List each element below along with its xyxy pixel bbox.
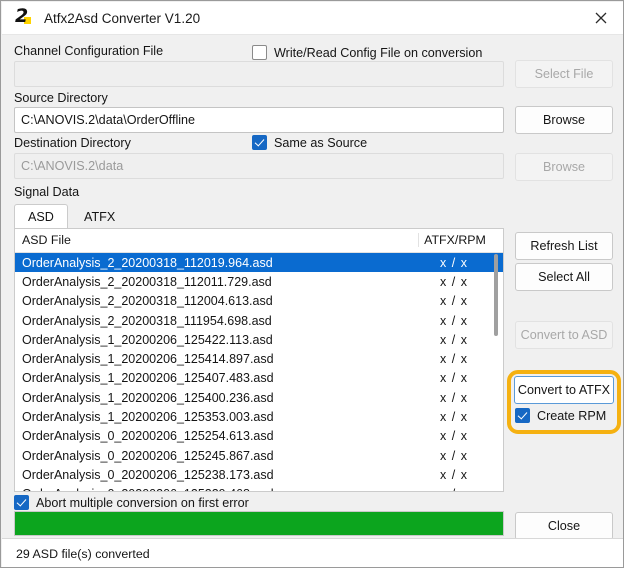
table-row[interactable]: OrderAnalysis_1_20200206_125400.236.asd x… (15, 388, 503, 407)
atfx-rpm-flag: x / x (440, 255, 468, 270)
convert-to-atfx-button[interactable]: Convert to ATFX (514, 376, 614, 404)
table-row[interactable]: OrderAnalysis_2_20200318_112019.964.asd x… (15, 253, 503, 273)
atfx-rpm-flag: x / x (440, 390, 468, 405)
asd-file-name: OrderAnalysis_2_20200318_112011.729.asd (22, 274, 272, 289)
asd-file-name: OrderAnalysis_0_20200206_125229.468.asd (22, 487, 274, 491)
atfx-rpm-flag: x / x (440, 274, 468, 289)
refresh-list-button[interactable]: Refresh List (515, 232, 613, 260)
atfx-rpm-flag: x / x (440, 467, 468, 482)
atfx-rpm-flag: x / x (440, 352, 468, 367)
list-header: ASD File ATFX/RPM (15, 229, 503, 253)
asd-file-name: OrderAnalysis_1_20200206_125400.236.asd (22, 390, 274, 405)
table-row[interactable]: OrderAnalysis_1_20200206_125353.003.asd x… (15, 407, 503, 426)
signal-data-tabs: ASD ATFX (14, 204, 504, 229)
atfx-rpm-flag: x / x (440, 294, 468, 309)
status-bar: 29 ASD file(s) converted (2, 538, 623, 567)
asd-file-name: OrderAnalysis_0_20200206_125245.867.asd (22, 448, 274, 463)
close-button[interactable]: Close (515, 512, 613, 540)
column-header-atfx-rpm: ATFX/RPM (418, 233, 491, 247)
table-row[interactable]: OrderAnalysis_1_20200206_125407.483.asd x… (15, 369, 503, 388)
select-file-button[interactable]: Select File (515, 60, 613, 88)
abort-on-first-error-checkbox[interactable]: Abort multiple conversion on first error (14, 495, 249, 510)
create-rpm-checkbox[interactable]: Create RPM (515, 408, 606, 423)
select-all-button[interactable]: Select All (515, 263, 613, 291)
source-directory-input[interactable]: C:\ANOVIS.2\data\OrderOffline (14, 107, 504, 133)
source-browse-button[interactable]: Browse (515, 106, 613, 134)
write-read-config-checkbox[interactable]: Write/Read Config File on conversion (252, 45, 482, 60)
source-directory-label: Source Directory (14, 91, 108, 105)
table-row[interactable]: OrderAnalysis_1_20200206_125422.113.asd x… (15, 330, 503, 349)
atfx-rpm-flag: x / x (440, 332, 468, 347)
destination-browse-button[interactable]: Browse (515, 153, 613, 181)
destination-directory-label: Destination Directory (14, 136, 131, 150)
create-rpm-label: Create RPM (537, 408, 607, 423)
progress-fill (15, 512, 503, 535)
atfx-rpm-flag: x / x (440, 410, 468, 425)
asd-file-name: OrderAnalysis_1_20200206_125407.483.asd (22, 371, 274, 386)
window-title: Atfx2Asd Converter V1.20 (44, 10, 201, 26)
asd-file-list-panel: ASD File ATFX/RPM OrderAnalysis_2_202003… (14, 228, 504, 492)
atfx-rpm-flag: x / x (418, 487, 490, 491)
conversion-progress-bar (14, 511, 504, 536)
title-bar: 2 Atfx2Asd Converter V1.20 (2, 2, 623, 35)
write-read-config-label: Write/Read Config File on conversion (274, 45, 483, 60)
scrollbar-thumb[interactable] (494, 254, 498, 336)
table-row[interactable]: OrderAnalysis_0_20200206_125245.867.asd x… (15, 446, 503, 465)
same-as-source-label: Same as Source (274, 135, 368, 150)
atfx2asd-converter-window: 2 Atfx2Asd Converter V1.20 Channel Confi… (0, 0, 624, 568)
asd-file-name: OrderAnalysis_2_20200318_111954.698.asd (22, 313, 272, 328)
table-row[interactable]: OrderAnalysis_0_20200206_125238.173.asd x… (15, 465, 503, 484)
channel-configuration-file-label: Channel Configuration File (14, 44, 164, 58)
asd-file-name: OrderAnalysis_0_20200206_125254.613.asd (22, 429, 274, 444)
atfx-rpm-flag: x / x (440, 429, 468, 444)
atfx-rpm-flag: x / x (440, 448, 468, 463)
status-text: 29 ASD file(s) converted (16, 546, 150, 561)
table-row[interactable]: OrderAnalysis_0_20200206_125254.613.asd x… (15, 427, 503, 446)
asd-file-name: OrderAnalysis_1_20200206_125414.897.asd (22, 352, 274, 367)
atfx2asd-logo-icon: 2 (15, 5, 35, 28)
config-file-path-input[interactable] (14, 61, 504, 87)
convert-to-asd-button[interactable]: Convert to ASD (515, 321, 613, 349)
checkbox-box (515, 408, 530, 423)
table-row[interactable]: OrderAnalysis_2_20200318_112004.613.asd x… (15, 292, 503, 311)
asd-file-rows: OrderAnalysis_2_20200318_112019.964.asdx… (15, 253, 503, 491)
tab-asd[interactable]: ASD (14, 204, 68, 229)
checkbox-box (252, 135, 267, 150)
asd-file-name: OrderAnalysis_1_20200206_125353.003.asd (22, 410, 274, 425)
column-header-asd-file: ASD File (22, 233, 71, 247)
table-row[interactable]: OrderAnalysis_2_20200318_112011.729.asd x… (15, 272, 503, 291)
asd-file-name: OrderAnalysis_0_20200206_125238.173.asd (22, 467, 274, 482)
tab-atfx[interactable]: ATFX (70, 204, 129, 229)
destination-directory-input[interactable]: C:\ANOVIS.2\data (14, 153, 504, 179)
same-as-source-checkbox[interactable]: Same as Source (252, 135, 367, 150)
signal-data-label: Signal Data (14, 185, 80, 199)
atfx-rpm-flag: x / x (440, 371, 468, 386)
checkbox-box (252, 45, 267, 60)
abort-on-first-error-label: Abort multiple conversion on first error (36, 495, 249, 510)
atfx-rpm-flag: x / x (440, 313, 468, 328)
asd-file-name: OrderAnalysis_2_20200318_112004.613.asd (22, 294, 273, 309)
asd-file-name: OrderAnalysis_1_20200206_125422.113.asd (22, 332, 273, 347)
table-row[interactable]: OrderAnalysis_2_20200318_111954.698.asd x… (15, 311, 503, 330)
checkbox-box (14, 495, 29, 510)
close-icon[interactable] (578, 2, 623, 33)
asd-file-name: OrderAnalysis_2_20200318_112019.964.asd (22, 255, 273, 270)
list-scrollbar[interactable] (491, 254, 501, 486)
table-row[interactable]: OrderAnalysis_1_20200206_125414.897.asd x… (15, 349, 503, 368)
table-row[interactable]: OrderAnalysis_0_20200206_125229.468.asd x… (15, 485, 503, 491)
